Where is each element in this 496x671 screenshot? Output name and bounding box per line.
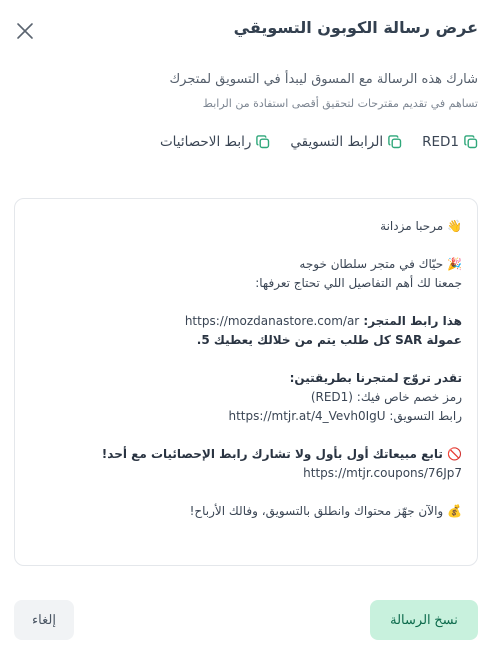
copy-message-button[interactable]: نسخ الرسالة [370,600,478,640]
copy-icon [256,135,270,149]
message-welcome: 🎉 حيّاك في متجر سلطان خوجه [299,257,462,271]
copy-icon [388,135,402,149]
dialog-title: عرض رسالة الكوبون التسويقي [233,18,478,37]
copy-marketing-link[interactable]: الرابط التسويقي [290,134,402,150]
message-closing: 💰 والآن جهّز محتواك وانطلق بالتسويق، وفا… [189,504,462,518]
copy-icon [464,135,478,149]
message-promo-link: رابط التسويق: https://mtjr.at/4_Vevh0IgU [228,409,463,423]
message-stats-heading: 🚫 تابع مبيعاتك أول بأول ولا تشارك رابط ا… [101,447,462,461]
copy-coupon-code-label: RED1 [422,134,459,150]
message-preview: 👋 مرحبا مزدانة 🎉 حيّاك في متجر سلطان خوج… [14,198,478,566]
waving-hand-icon: 👋 [447,219,462,233]
prohibited-icon: 🚫 [447,447,462,461]
store-link-url: https://mozdanastore.com/ar [184,314,360,328]
copy-marketing-link-label: الرابط التسويقي [290,134,384,150]
message-greeting: 👋 مرحبا مزدانة [380,219,462,233]
message-promo-code: رمز خصم خاص فيك: (RED1) [310,390,462,404]
copy-links-row: RED1 الرابط التسويقي رابط الاحصائيات [160,134,478,150]
dialog-note: تساهم في تقديم مقترحات لتحقيق أقصى استفا… [202,97,478,110]
copy-coupon-code[interactable]: RED1 [422,134,478,150]
message-promo-heading: تقدر تروّج لمتجرنا بطريقتين: [289,371,462,385]
close-icon [17,23,33,39]
message-intro: جمعنا لك أهم التفاصيل اللي تحتاج تعرفها: [255,276,462,290]
copy-stats-link[interactable]: رابط الاحصائيات [160,134,270,150]
dialog-subtitle: شارك هذه الرسالة مع المسوق ليبدأ في التس… [169,72,478,87]
promo-link-url: https://mtjr.at/4_Vevh0IgU [228,409,386,423]
message-store-link: هذا رابط المتجر: https://mozdanastore.co… [184,314,462,328]
cancel-button[interactable]: إلغاء [14,600,74,640]
copy-stats-link-label: رابط الاحصائيات [159,134,252,150]
message-stats-url: https://mtjr.coupons/76Jp7 [303,466,462,480]
money-bag-icon: 💰 [447,504,462,518]
message-commission: عمولة SAR كل طلب يتم من خلالك يعطيك 5. [196,333,462,347]
close-button[interactable] [14,20,36,42]
party-popper-icon: 🎉 [447,257,462,271]
